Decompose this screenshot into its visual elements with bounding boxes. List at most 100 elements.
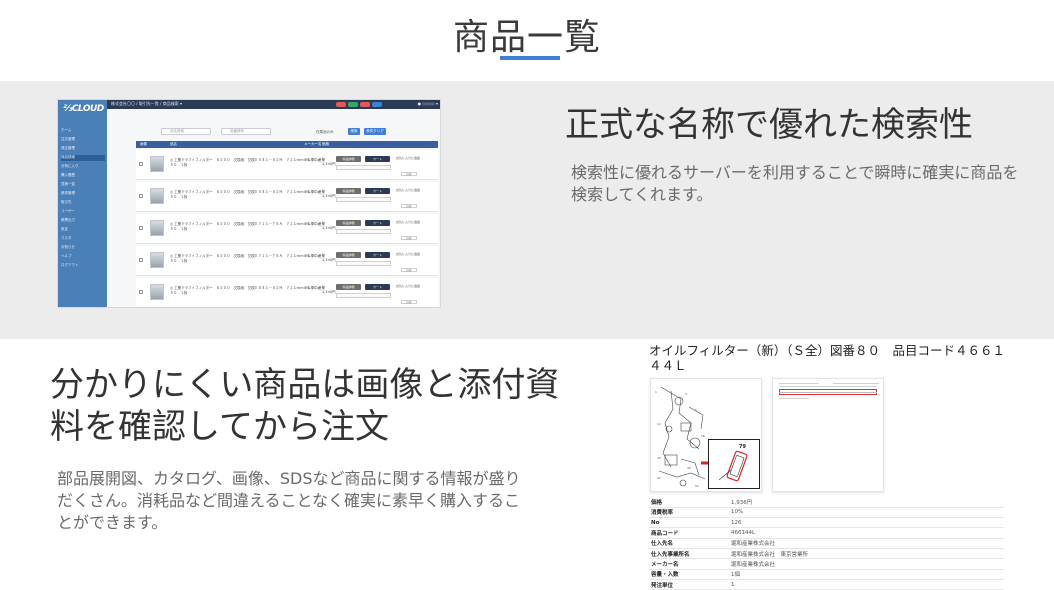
app-row-favorite-link[interactable]: お気に入りに追加 xyxy=(394,252,422,256)
app-sidebar-item[interactable]: お気に入り xyxy=(61,164,105,170)
app-stock-checkbox-label[interactable]: 在庫品のみ xyxy=(316,130,334,135)
parts-list-thumbnail[interactable] xyxy=(772,378,884,492)
filter-part-icon xyxy=(718,450,748,482)
app-search-button[interactable]: 検索 xyxy=(348,128,360,135)
spec-key: 消費税率 xyxy=(649,507,729,519)
spec-value: 1 xyxy=(729,579,1004,590)
app-row-quantity-input[interactable] xyxy=(336,261,391,266)
app-sidebar-item[interactable]: 取引先 xyxy=(61,200,105,206)
app-row-detail-button[interactable]: 商品詳細 xyxy=(336,284,361,290)
app-row-product-name[interactable]: ◎ 工業ドラフトフィルター Ｓ２００ 交換用 交換Ｅ７１１－７５Ａ ７１１ｍｍ×… xyxy=(170,222,320,232)
app-sidebar-item[interactable]: お知らせ xyxy=(61,245,105,251)
app-search-input-code[interactable]: 品番検索 xyxy=(221,128,271,135)
app-row-thumbnail[interactable] xyxy=(150,252,164,268)
app-row-quantity-input[interactable] xyxy=(336,293,391,298)
app-row-compare-button[interactable]: 比較 xyxy=(401,300,417,304)
app-screenshot: ⅔CLOUD ホーム注文管理発注管理商品検索お気に入り購入履歴見積一覧請求管理取… xyxy=(57,99,441,308)
app-status-pill[interactable] xyxy=(372,102,382,107)
app-sidebar-item[interactable]: 商品検索 xyxy=(61,155,105,161)
app-row-detail-button[interactable]: 商品詳細 xyxy=(336,188,361,194)
app-row-compare-button[interactable]: 比較 xyxy=(401,204,417,208)
app-row-detail-button[interactable]: 商品詳細 xyxy=(336,252,361,258)
app-row-checkbox[interactable] xyxy=(139,290,143,294)
app-row-quantity-input[interactable] xyxy=(336,165,391,170)
zoom-detail-box: 79 xyxy=(708,439,760,489)
svg-text:30: 30 xyxy=(687,466,691,470)
app-sidebar-item[interactable]: マスタ xyxy=(61,236,105,242)
app-row-quantity-input[interactable] xyxy=(336,197,391,202)
app-sidebar-item[interactable]: ホーム xyxy=(61,128,105,134)
app-row-add-button[interactable]: カート xyxy=(365,188,390,194)
app-logo: ⅔CLOUD xyxy=(63,104,104,114)
app-sidebar-item[interactable]: ユーザー xyxy=(61,209,105,215)
title-underline xyxy=(500,56,560,60)
app-th-name: 品名 xyxy=(170,142,177,146)
app-row-checkbox[interactable] xyxy=(139,162,143,166)
spec-row: 仕入先事業所名 堀和産業株式会社 東京営業所 xyxy=(649,548,1004,560)
app-row-quantity-input[interactable] xyxy=(336,229,391,234)
section1-body: 検索性に優れるサーバーを利用することで瞬時に確実に商品を検索してくれます。 xyxy=(571,163,1019,204)
app-row-checkbox[interactable] xyxy=(139,258,143,262)
app-sidebar-item[interactable]: 注文管理 xyxy=(61,137,105,143)
spec-key: メーカー名 xyxy=(649,558,729,570)
app-th-image: 画像 xyxy=(140,142,147,146)
app-row-thumbnail[interactable] xyxy=(150,284,164,300)
app-row-favorite-link[interactable]: お気に入りに追加 xyxy=(394,188,422,192)
app-row-favorite-link[interactable]: お気に入りに追加 xyxy=(394,220,422,224)
app-row-add-button[interactable]: カート xyxy=(365,284,390,290)
app-status-pill[interactable] xyxy=(336,102,346,107)
app-sidebar-item[interactable]: ヘルプ xyxy=(61,254,105,260)
spec-key: 発注単位 xyxy=(649,579,729,590)
spec-value: 466144L xyxy=(729,527,1004,539)
app-row-add-button[interactable]: カート xyxy=(365,252,390,258)
app-row-favorite-link[interactable]: お気に入りに追加 xyxy=(394,284,422,288)
app-row-add-button[interactable]: カート xyxy=(365,220,390,226)
doc-line xyxy=(779,383,819,384)
spec-row: 商品コード 466144L xyxy=(649,527,1004,539)
app-row-compare-button[interactable]: 比較 xyxy=(401,268,417,272)
app-user-menu[interactable]: ● ◇◇◇◇ ▾ xyxy=(418,101,438,106)
app-row-product-name[interactable]: ◎ 工業ドラフトフィルター Ｓ２００ 交換用 交換Ｅ５４１－５２Ｈ ７１１ｍｍ×… xyxy=(170,158,320,168)
app-row-checkbox[interactable] xyxy=(139,194,143,198)
app-status-pill[interactable] xyxy=(348,102,358,107)
spec-key: 容量・入数 xyxy=(649,569,729,580)
exploded-diagram-thumbnail[interactable]: 1 3 5 12 18 24 30 41 52 79 xyxy=(650,378,762,492)
app-sidebar-item[interactable]: 請求管理 xyxy=(61,191,105,197)
app-row-price: 1,540円 xyxy=(322,290,336,294)
spec-key: 価格 xyxy=(649,497,729,508)
app-sidebar-item[interactable]: 見積一覧 xyxy=(61,182,105,188)
app-row-compare-button[interactable]: 比較 xyxy=(401,236,417,240)
app-sidebar-item[interactable]: ログアウト xyxy=(61,263,105,269)
app-row-thumbnail[interactable] xyxy=(150,220,164,236)
app-row-product-name[interactable]: ◎ 工業ドラフトフィルター Ｓ２００ 交換用 交換Ｅ８４１－５２Ｈ ７１１ｍｍ×… xyxy=(170,286,320,296)
app-sidebar-item[interactable]: 発注管理 xyxy=(61,146,105,152)
app-row-product-name[interactable]: ◎ 工業ドラフトフィルター Ｓ２００ 交換用 交換Ｅ５４１－５２Ｈ ７１１ｍｍ×… xyxy=(170,190,320,200)
spec-row: メーカー名 堀和産業株式会社 xyxy=(649,558,1004,570)
svg-text:52: 52 xyxy=(695,484,699,488)
app-row-thumbnail[interactable] xyxy=(150,156,164,172)
spec-key: 商品コード xyxy=(649,527,729,539)
spec-value: 堀和産業株式会社 xyxy=(729,558,1004,570)
app-sidebar-item[interactable]: 帳票出力 xyxy=(61,218,105,224)
product-detail-title: オイルフィルター（新）（Ｓ全）図番８０ 品目コード４６６１４４Ｌ xyxy=(649,343,1006,373)
app-row-checkbox[interactable] xyxy=(139,226,143,230)
app-row-add-button[interactable]: カート xyxy=(365,156,390,162)
spec-row: 価格 1,936円 xyxy=(649,497,1004,508)
spec-row: 容量・入数 1個 xyxy=(649,569,1004,580)
app-row-compare-button[interactable]: 比較 xyxy=(401,172,417,176)
app-search-bar: 品名検索 品番検索 xyxy=(161,128,271,135)
app-row-thumbnail[interactable] xyxy=(150,188,164,204)
app-sidebar-item[interactable]: 設定 xyxy=(61,227,105,233)
app-breadcrumb: 株式会社〇〇 / 取引先一覧 / 商品検索 ▾ xyxy=(111,101,183,106)
spec-value: 堀和産業株式会社 xyxy=(729,538,1004,549)
app-sidebar-item[interactable]: 購入履歴 xyxy=(61,173,105,179)
app-row-detail-button[interactable]: 商品詳細 xyxy=(336,220,361,226)
app-row-product-name[interactable]: ◎ 工業ドラフトフィルター Ｓ２００ 交換用 交換Ｅ７１１－７５Ａ ７１１ｍｍ×… xyxy=(170,254,320,264)
app-row-price: 1,540円 xyxy=(322,194,336,198)
app-clear-button[interactable]: 条件クリア xyxy=(364,128,386,135)
app-row-favorite-link[interactable]: お気に入りに追加 xyxy=(394,156,422,160)
app-status-pill[interactable] xyxy=(360,102,370,107)
app-search-input-name[interactable]: 品名検索 xyxy=(161,128,211,135)
app-row-detail-button[interactable]: 商品詳細 xyxy=(336,156,361,162)
section2-heading: 分かりにくい商品は画像と添付資料を確認してから注文 xyxy=(50,365,560,447)
